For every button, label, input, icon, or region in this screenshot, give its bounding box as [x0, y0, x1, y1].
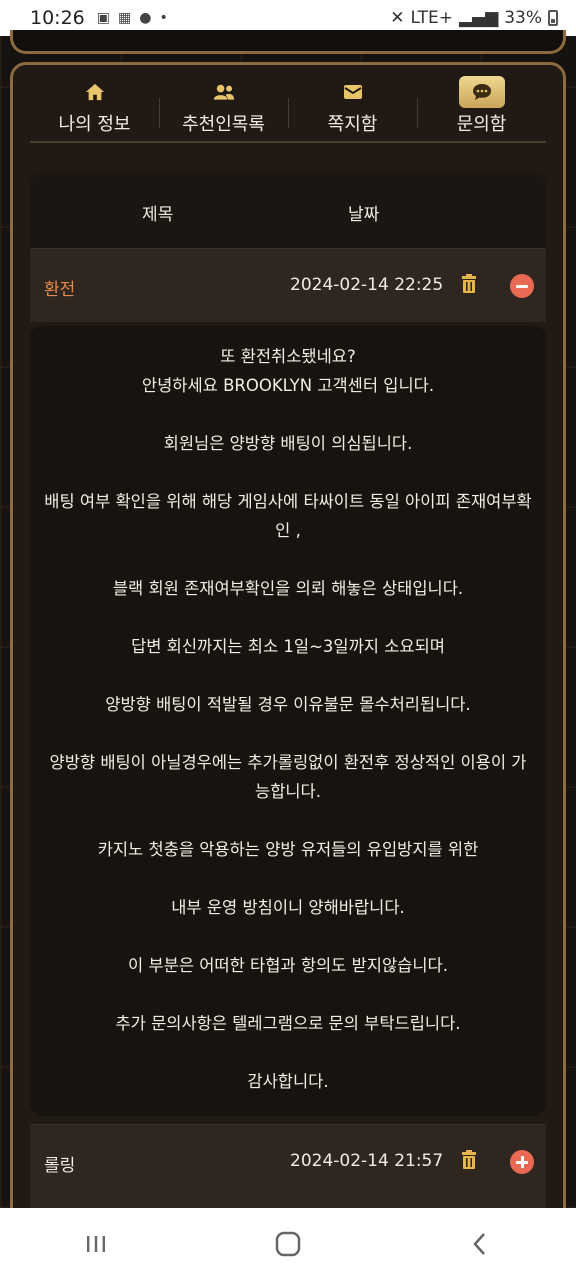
tab-label: 나의 정보: [58, 114, 131, 135]
tab-label: 문의함: [456, 114, 507, 135]
home-icon: [81, 80, 109, 104]
network-label: LTE+: [410, 8, 453, 28]
mute-icon: ✕: [390, 8, 405, 28]
header-title: 제목: [142, 205, 174, 225]
tab-inquiry[interactable]: 문의함: [417, 76, 546, 140]
expand-icon[interactable]: [510, 1150, 534, 1174]
answer-line: 양방향 배팅이 적발될 경우 이유불문 몰수처리됩니다.: [105, 695, 471, 714]
answer-line: 내부 운영 방침이니 양해바랍니다.: [171, 898, 405, 917]
row-date: 2024-02-14 22:25: [290, 275, 444, 295]
row-title: 롤링: [44, 1156, 76, 1176]
tab-my-info[interactable]: 나의 정보: [30, 76, 159, 140]
battery-label: 33%: [504, 8, 542, 28]
answer-line: 안녕하세요 BROOKLYN 고객센터 입니다.: [141, 376, 435, 395]
answer-line: 감사합니다.: [247, 1072, 329, 1091]
tab-label: 쪽지함: [327, 114, 378, 135]
status-right: ✕ LTE+ ▂▄▆ 33%: [390, 8, 558, 28]
table-header: 제목 날짜: [30, 172, 546, 248]
calendar-icon: ▦: [118, 10, 132, 26]
envelope-icon: [339, 80, 367, 104]
answer-content: 또 환전취소됐네요? 안녕하세요 BROOKLYN 고객센터 입니다. 회원님은…: [30, 326, 546, 1116]
trash-icon[interactable]: [460, 1150, 478, 1170]
answer-line: 블랙 회원 존재여부확인을 의뢰 해놓은 상태입니다.: [112, 579, 464, 598]
recents-button[interactable]: [66, 1224, 126, 1264]
home-button[interactable]: [258, 1224, 318, 1264]
row-date: 2024-02-14 21:57: [290, 1151, 444, 1171]
answer-line: 배팅 여부 확인을 위해 해당 게임사에 타싸이트 동일 아이피 존재여부확인 …: [44, 492, 532, 540]
answer-line: 또 환전취소됐네요?: [220, 347, 356, 366]
image-icon: ▣: [96, 10, 110, 26]
header-date: 날짜: [348, 205, 380, 225]
table-row[interactable]: 롤링 2024-02-14 21:57: [30, 1124, 546, 1208]
answer-line: 추가 문의사항은 텔레그램으로 문의 부탁드립니다.: [115, 1014, 461, 1033]
answer-line: 양방향 배팅이 아닐경우에는 추가롤링없이 환전후 정상적인 이용이 가능합니다…: [49, 753, 527, 801]
row-title: 환전: [44, 280, 76, 300]
tab-referrals[interactable]: 추천인목록: [159, 76, 288, 140]
trash-icon[interactable]: [460, 274, 478, 294]
answer-line: 카지노 첫충을 악용하는 양방 유저들의 유입방지를 위한: [97, 840, 479, 859]
signal-icon: ▂▄▆: [458, 8, 499, 28]
chat-icon: [458, 76, 505, 108]
back-button[interactable]: [450, 1224, 510, 1264]
answer-line: 답변 회신까지는 최소 1일~3일까지 소요되며: [131, 637, 445, 656]
top-frame: [10, 30, 566, 54]
collapse-icon[interactable]: [510, 274, 534, 298]
tab-label: 추천인목록: [182, 114, 265, 135]
tabs-divider: [30, 141, 546, 143]
tab-bar: 나의 정보 추천인목록 쪽지함 문의함: [30, 76, 546, 140]
tab-messages[interactable]: 쪽지함: [288, 76, 417, 140]
talk-icon: ●: [139, 10, 152, 26]
table-row[interactable]: 환전 2024-02-14 22:25: [30, 248, 546, 322]
users-icon: [210, 80, 238, 104]
battery-icon: [548, 10, 558, 26]
answer-line: 회원님은 양방향 배팅이 의심됩니다.: [163, 434, 413, 453]
dot-icon: •: [159, 10, 168, 26]
answer-line: 이 부분은 어떠한 타협과 항의도 받지않습니다.: [128, 956, 448, 975]
status-time: 10:26: [30, 7, 85, 29]
system-nav-bar: [0, 1208, 576, 1280]
